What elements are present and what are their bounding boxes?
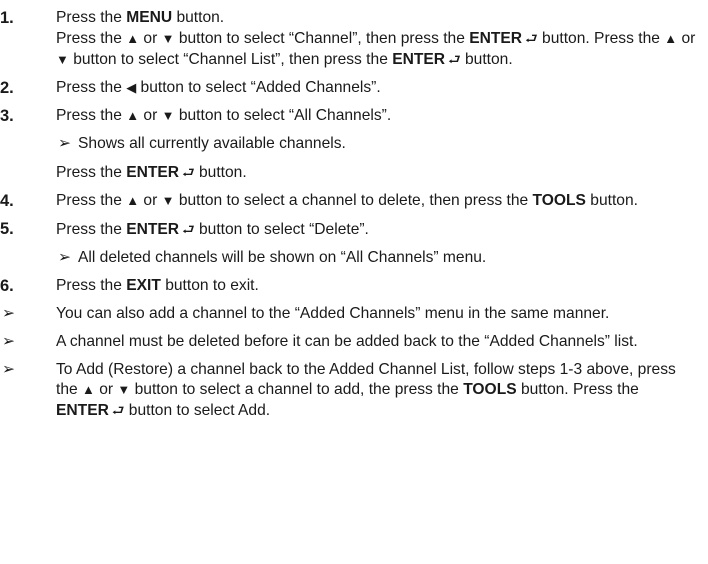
step-text: Press the ◀ button to select “Added Chan… — [56, 78, 696, 98]
step-text: Press the ▲ or ▼ button to select “All C… — [56, 106, 696, 126]
enter-label: ENTER — [126, 164, 180, 181]
text: button. — [585, 192, 638, 209]
enter-label: ENTER — [56, 402, 109, 419]
note-text: To Add (Restore) a channel back to the A… — [56, 361, 676, 419]
enter-icon: ⮐ — [525, 30, 538, 46]
down-arrow-icon: ▼ — [56, 52, 69, 67]
step-3: 3. Press the ▲ or ▼ button to select “Al… — [0, 106, 696, 126]
step-number: 4. — [0, 192, 14, 210]
text: button. — [172, 9, 225, 26]
bullet-arrow-icon: ➢ — [2, 361, 16, 378]
text: Press the — [56, 107, 127, 124]
step-number: 1. — [0, 9, 14, 27]
note-text: You can also add a channel to the “Added… — [56, 305, 610, 322]
text: Press the — [56, 79, 127, 96]
text: Press the — [56, 164, 127, 181]
subnote-text: Shows all currently available channels. — [78, 135, 346, 152]
step-text: Press the ENTER ⮐ button to select “Delet… — [56, 219, 696, 240]
enter-label: ENTER — [126, 221, 180, 238]
step-2: 2. Press the ◀ button to select “Added C… — [0, 78, 696, 98]
text: button. Press the — [537, 30, 665, 47]
step-text: Press the ▲ or ▼ button to select a chan… — [56, 191, 696, 211]
text: Press the — [56, 30, 127, 47]
text: button to select “Channel List”, then pr… — [68, 51, 393, 68]
text: Press the — [56, 277, 127, 294]
enter-icon: ⮐ — [182, 164, 195, 180]
bullet-arrow-icon: ➢ — [58, 249, 72, 266]
text: button to select “Added Channels”. — [136, 79, 381, 96]
left-arrow-icon: ◀ — [126, 80, 137, 95]
text: button. — [194, 164, 247, 181]
up-arrow-icon: ▲ — [82, 382, 95, 397]
up-arrow-icon: ▲ — [126, 108, 140, 123]
step-number: 3. — [0, 107, 14, 125]
text: button to select a channel to delete, th… — [174, 192, 533, 209]
tools-label: TOOLS — [532, 192, 586, 209]
step-number: 2. — [0, 79, 14, 97]
step-1: 1. Press the MENU button. Press the ▲ or… — [0, 8, 696, 70]
note-1: ➢ You can also add a channel to the “Add… — [0, 304, 696, 324]
step-6: 6. Press the EXIT button to exit. — [0, 276, 696, 296]
text: or — [139, 192, 162, 209]
up-arrow-icon: ▲ — [126, 31, 140, 46]
subnote-text: All deleted channels will be shown on “A… — [78, 249, 487, 266]
text: Press the — [56, 192, 127, 209]
text: button to select a channel to add, the p… — [130, 381, 464, 398]
menu-label: MENU — [126, 9, 173, 26]
down-arrow-icon: ▼ — [117, 382, 131, 397]
text: Press the — [56, 9, 127, 26]
text: button. Press the — [516, 381, 639, 398]
text: button to select “Delete”. — [194, 221, 369, 238]
bullet-arrow-icon: ➢ — [2, 333, 16, 350]
step-3-subnote: ➢ Shows all currently available channels… — [0, 134, 696, 154]
text: button. — [460, 51, 513, 68]
step-5: 5. Press the ENTER ⮐ button to select “De… — [0, 219, 696, 240]
note-3: ➢ To Add (Restore) a channel back to the… — [0, 360, 696, 421]
note-text: A channel must be deleted before it can … — [56, 333, 638, 350]
enter-icon: ⮐ — [448, 51, 461, 67]
text: button to select “Channel”, then press t… — [174, 30, 470, 47]
bullet-arrow-icon: ➢ — [58, 135, 72, 152]
step-text: Press the EXIT button to exit. — [56, 276, 696, 296]
text: button to select “All Channels”. — [174, 107, 392, 124]
step-3-continuation: Press the ENTER ⮐ button. — [0, 162, 696, 183]
text: or — [677, 30, 696, 47]
down-arrow-icon: ▼ — [161, 193, 175, 208]
step-number: 5. — [0, 220, 14, 238]
text: Press the — [56, 221, 127, 238]
bullet-arrow-icon: ➢ — [2, 305, 16, 322]
enter-icon: ⮐ — [182, 221, 195, 237]
step-number: 6. — [0, 277, 14, 295]
step-5-subnote: ➢ All deleted channels will be shown on … — [0, 248, 696, 268]
step-text: Press the MENU button. Press the ▲ or ▼ … — [56, 8, 696, 70]
text: or — [139, 30, 162, 47]
text: button to exit. — [160, 277, 259, 294]
text: or — [139, 107, 162, 124]
enter-icon: ⮐ — [111, 402, 125, 418]
exit-label: EXIT — [126, 277, 161, 294]
enter-label: ENTER — [392, 51, 446, 68]
down-arrow-icon: ▼ — [161, 31, 175, 46]
text: button to select Add. — [124, 402, 271, 419]
step-4: 4. Press the ▲ or ▼ button to select a c… — [0, 191, 696, 211]
enter-label: ENTER — [469, 30, 523, 47]
tools-label: TOOLS — [463, 381, 517, 398]
up-arrow-icon: ▲ — [664, 31, 678, 46]
text: or — [94, 381, 118, 398]
instruction-page: 1. Press the MENU button. Press the ▲ or… — [0, 0, 708, 564]
down-arrow-icon: ▼ — [161, 108, 175, 123]
note-2: ➢ A channel must be deleted before it ca… — [0, 332, 696, 352]
up-arrow-icon: ▲ — [126, 193, 140, 208]
